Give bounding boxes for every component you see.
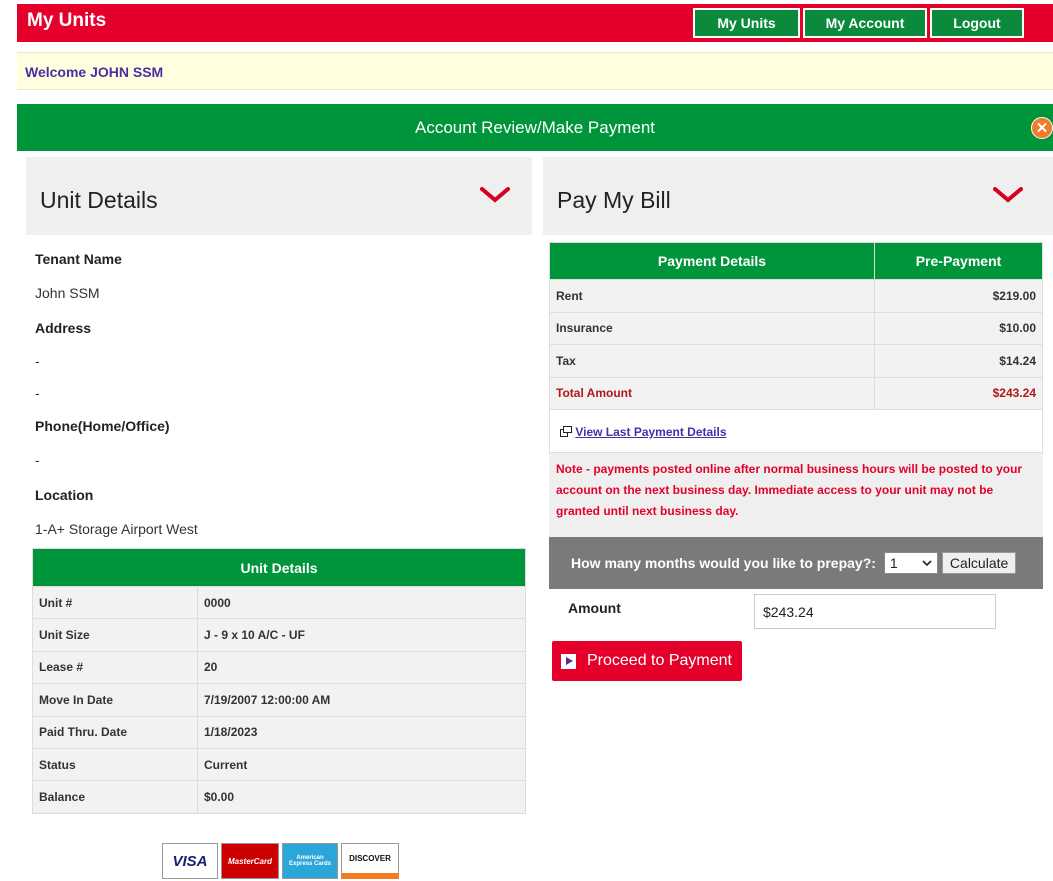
top-bar: My Units My Units My Account Logout <box>17 4 1053 42</box>
row-value: 0000 <box>197 585 526 620</box>
prepay-bar: How many months would you like to prepay… <box>549 537 1043 589</box>
table-row: Status Current <box>32 747 526 782</box>
table-row: Rent $219.00 <box>549 279 1043 313</box>
pay-my-bill-title: Pay My Bill <box>557 187 671 213</box>
phone-value: - <box>35 452 40 468</box>
row-value: $14.24 <box>874 344 1043 378</box>
prepay-months-value: 1 <box>889 555 898 571</box>
business-hours-note: Note - payments posted online after norm… <box>549 453 1043 537</box>
unit-details-title: Unit Details <box>40 187 158 213</box>
row-value: 1/18/2023 <box>197 715 526 749</box>
row-value: 7/19/2007 12:00:00 AM <box>197 683 526 717</box>
location-value: 1-A+ Storage Airport West <box>35 521 198 537</box>
row-value: $219.00 <box>874 279 1043 313</box>
nav-logout-button[interactable]: Logout <box>930 8 1024 38</box>
total-label: Total Amount <box>549 376 875 410</box>
address-line-1: - <box>35 353 40 369</box>
chevron-down-icon[interactable] <box>480 187 510 203</box>
row-key: Balance <box>32 780 198 814</box>
phone-label: Phone(Home/Office) <box>35 418 170 434</box>
table-row: Balance $0.00 <box>32 780 526 814</box>
total-row: Total Amount $243.24 <box>549 376 1043 410</box>
table-row: Unit #0000 <box>32 585 526 620</box>
table-row: Tax $14.24 <box>549 344 1043 378</box>
table-row: Insurance $10.00 <box>549 311 1043 345</box>
location-label: Location <box>35 487 94 503</box>
popup-icon <box>560 426 572 437</box>
row-value: J - 9 x 10 A/C - UF <box>197 618 526 652</box>
prepay-label: How many months would you like to prepay… <box>571 555 876 571</box>
row-key: Rent <box>549 279 875 313</box>
row-key: Unit Size <box>32 618 198 652</box>
account-review-banner: Account Review/Make Payment ✕ <box>17 104 1053 151</box>
amount-label: Amount <box>568 600 621 616</box>
nav-my-units-button[interactable]: My Units <box>693 8 800 38</box>
proceed-to-payment-button[interactable]: Proceed to Payment <box>552 641 742 681</box>
row-value: $0.00 <box>197 780 526 814</box>
brand-title: My Units <box>27 10 107 31</box>
payment-details-table: Payment Details Pre-Payment Rent $219.00 … <box>549 242 1043 410</box>
table-row: Lease #20 <box>32 650 526 685</box>
table-row: Paid Thru. Date 1/18/2023 <box>32 715 526 749</box>
unit-table-header: Unit Details <box>32 548 526 587</box>
tenant-name-label: Tenant Name <box>35 251 122 267</box>
amount-field[interactable]: $243.24 <box>754 594 996 629</box>
address-label: Address <box>35 320 92 336</box>
total-value: $243.24 <box>874 376 1043 410</box>
play-icon <box>561 653 576 669</box>
prepay-months-select[interactable]: 1 <box>883 552 938 574</box>
pre-payment-header: Pre-Payment <box>874 242 1043 280</box>
nav-my-account-button[interactable]: My Account <box>803 8 927 38</box>
view-last-payment-link[interactable]: View Last Payment Details <box>575 425 726 439</box>
tenant-name-value: John SSM <box>35 285 100 301</box>
row-value: $10.00 <box>874 311 1043 345</box>
table-row: Move In Date 7/19/2007 12:00:00 AM <box>32 683 526 717</box>
row-value: 20 <box>197 650 526 685</box>
unit-details-table: Unit Details Unit #0000 Unit Size J - 9 x… <box>32 548 526 814</box>
chevron-down-icon <box>922 560 932 566</box>
row-key: Tax <box>549 344 875 378</box>
proceed-label: Proceed to Payment <box>587 652 732 669</box>
row-key: Lease # <box>32 650 198 685</box>
welcome-bar: Welcome JOHN SSM <box>17 52 1053 90</box>
payment-details-header: Payment Details <box>549 242 875 280</box>
table-row: Unit Size J - 9 x 10 A/C - UF <box>32 618 526 652</box>
visa-logo: VISA <box>162 843 218 879</box>
last-payment-row: View Last Payment Details <box>549 409 1043 453</box>
pay-my-bill-header[interactable]: Pay My Bill <box>543 157 1053 235</box>
amex-logo: American Express Cards <box>282 843 338 879</box>
address-line-2: - <box>35 385 40 401</box>
row-key: Paid Thru. Date <box>32 715 198 749</box>
unit-details-header[interactable]: Unit Details <box>26 157 532 235</box>
close-icon[interactable]: ✕ <box>1031 117 1053 139</box>
banner-title: Account Review/Make Payment <box>415 117 655 137</box>
row-key: Status <box>32 747 198 782</box>
discover-logo: DISCOVER <box>341 843 399 879</box>
row-key: Move In Date <box>32 683 198 717</box>
row-key: Insurance <box>549 311 875 345</box>
row-value: Current <box>197 747 526 782</box>
mastercard-logo: MasterCard <box>221 843 279 879</box>
calculate-button[interactable]: Calculate <box>941 552 1017 574</box>
row-key: Unit # <box>32 585 198 620</box>
chevron-down-icon[interactable] <box>993 187 1023 203</box>
